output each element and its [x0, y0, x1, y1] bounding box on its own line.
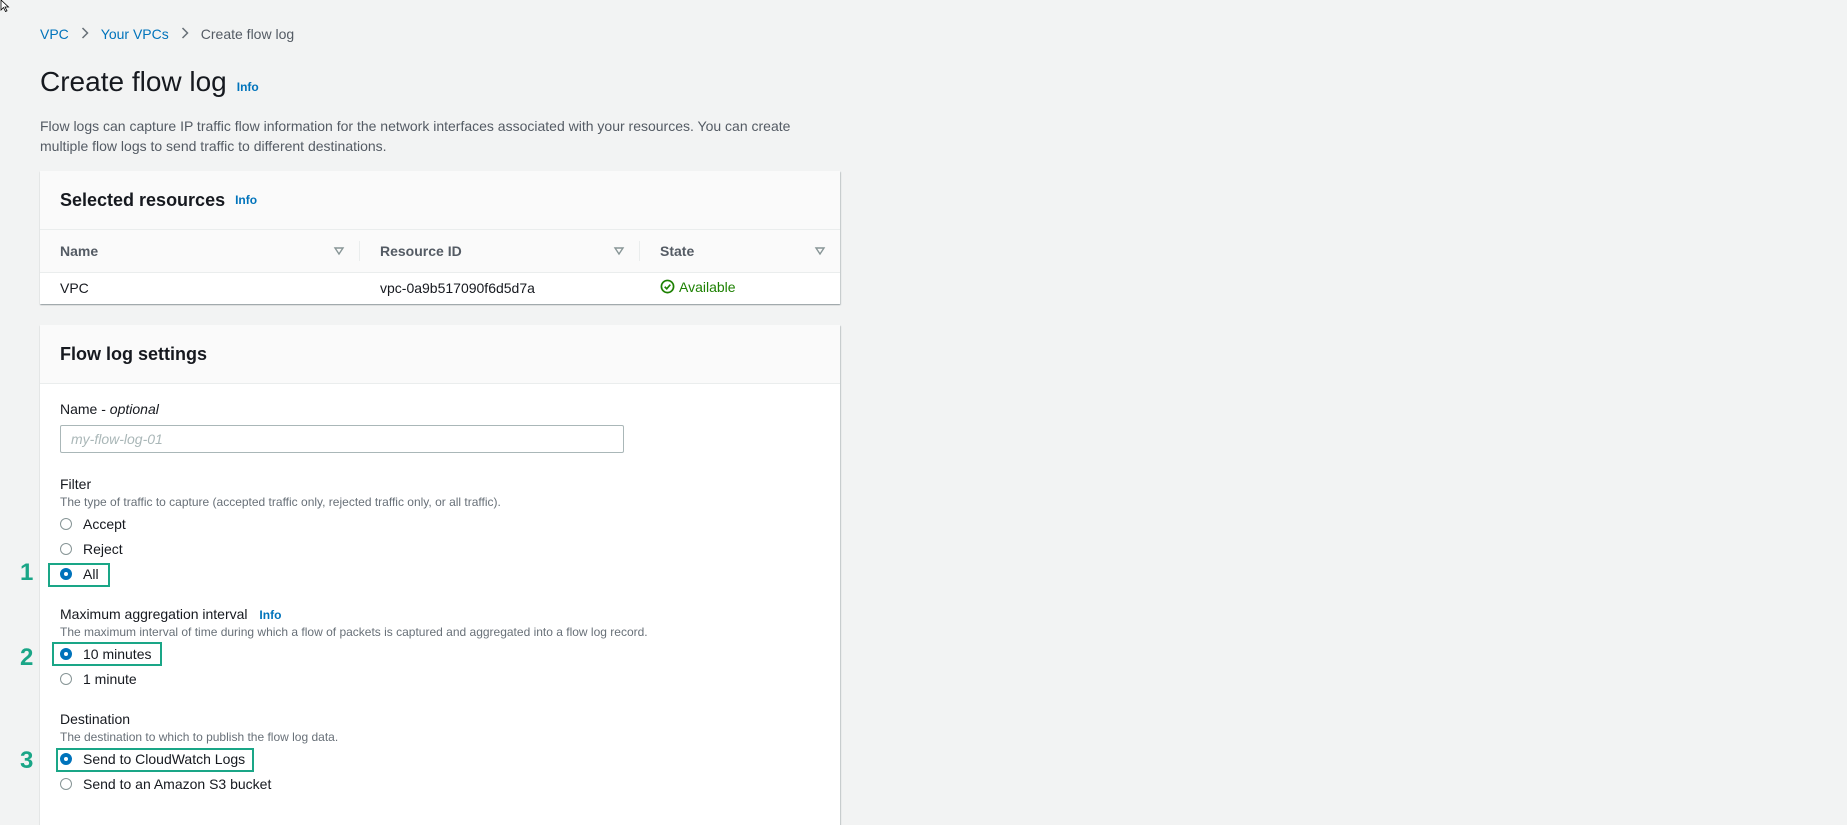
annotation-step-1: 1	[20, 559, 34, 586]
selected-resources-info-link[interactable]: Info	[235, 193, 257, 207]
page-title: Create flow log	[40, 66, 227, 97]
chevron-right-icon	[81, 26, 89, 42]
highlight-box-all	[48, 563, 110, 587]
aggregation-info-link[interactable]: Info	[259, 608, 281, 622]
annotation-step-3: 3	[20, 747, 34, 774]
column-header-resource-id[interactable]: Resource ID	[360, 230, 640, 273]
annotation-step-2: 2	[20, 644, 34, 671]
breadcrumb-link-your-vpcs[interactable]: Your VPCs	[101, 26, 169, 42]
breadcrumb-link-vpc[interactable]: VPC	[40, 26, 69, 42]
radio-button[interactable]	[60, 517, 72, 530]
cell-name: VPC	[60, 280, 89, 296]
selected-resources-panel: Selected resources Info Name Resource ID…	[40, 171, 840, 304]
check-circle-icon	[660, 279, 675, 294]
flow-log-settings-title: Flow log settings	[60, 343, 207, 364]
flow-log-name-input[interactable]	[60, 425, 624, 453]
aggregation-description: The maximum interval of time during whic…	[60, 625, 648, 639]
breadcrumb-current: Create flow log	[200, 26, 295, 42]
page-info-link[interactable]: Info	[237, 80, 259, 94]
selected-resources-header: Selected resources Info	[40, 171, 840, 230]
chevron-right-icon	[181, 26, 189, 42]
flow-log-settings-header: Flow log settings	[40, 325, 840, 384]
sort-down-icon[interactable]	[333, 245, 345, 257]
column-header-state[interactable]: State	[640, 230, 840, 273]
highlight-box-10-minutes	[52, 642, 162, 666]
cell-state: Available	[640, 273, 840, 304]
aggregation-option-1-minute[interactable]: 1 minute	[60, 666, 648, 691]
selected-resources-title: Selected resources	[60, 189, 226, 210]
status-badge: Available	[660, 279, 736, 295]
cell-resource-id: vpc-0a9b517090f6d5d7a	[380, 280, 535, 296]
name-field-group: Name - optional	[60, 401, 624, 453]
filter-option-accept[interactable]: Accept	[60, 511, 501, 536]
filter-option-all[interactable]: All	[60, 561, 501, 586]
sort-down-icon[interactable]	[613, 245, 625, 257]
page-header: Create flow log Info	[40, 66, 259, 98]
highlight-box-cloudwatch	[56, 748, 254, 772]
breadcrumb: VPC Your VPCs Create flow log	[40, 26, 294, 42]
radio-button[interactable]	[60, 777, 72, 790]
filter-label: Filter	[60, 476, 92, 492]
destination-option-s3[interactable]: Send to an Amazon S3 bucket	[60, 771, 338, 796]
sort-down-icon[interactable]	[814, 245, 826, 257]
radio-button[interactable]	[60, 542, 72, 555]
radio-button[interactable]	[60, 672, 72, 685]
name-field-label: Name - optional	[60, 401, 159, 417]
page-description: Flow logs can capture IP traffic flow in…	[40, 118, 791, 154]
aggregation-label: Maximum aggregation interval Info	[60, 606, 282, 622]
filter-field-group: Filter The type of traffic to capture (a…	[60, 476, 501, 586]
mouse-cursor-icon	[0, 0, 10, 12]
filter-description: The type of traffic to capture (accepted…	[60, 495, 501, 509]
destination-label: Destination	[60, 711, 131, 727]
column-header-name[interactable]: Name	[40, 230, 360, 273]
filter-option-reject[interactable]: Reject	[60, 536, 501, 561]
table-row[interactable]: VPC vpc-0a9b517090f6d5d7a Available	[40, 273, 840, 304]
destination-description: The destination to which to publish the …	[60, 730, 339, 744]
resources-table: Name Resource ID State VPC vpc-0a9b51709…	[40, 230, 840, 303]
